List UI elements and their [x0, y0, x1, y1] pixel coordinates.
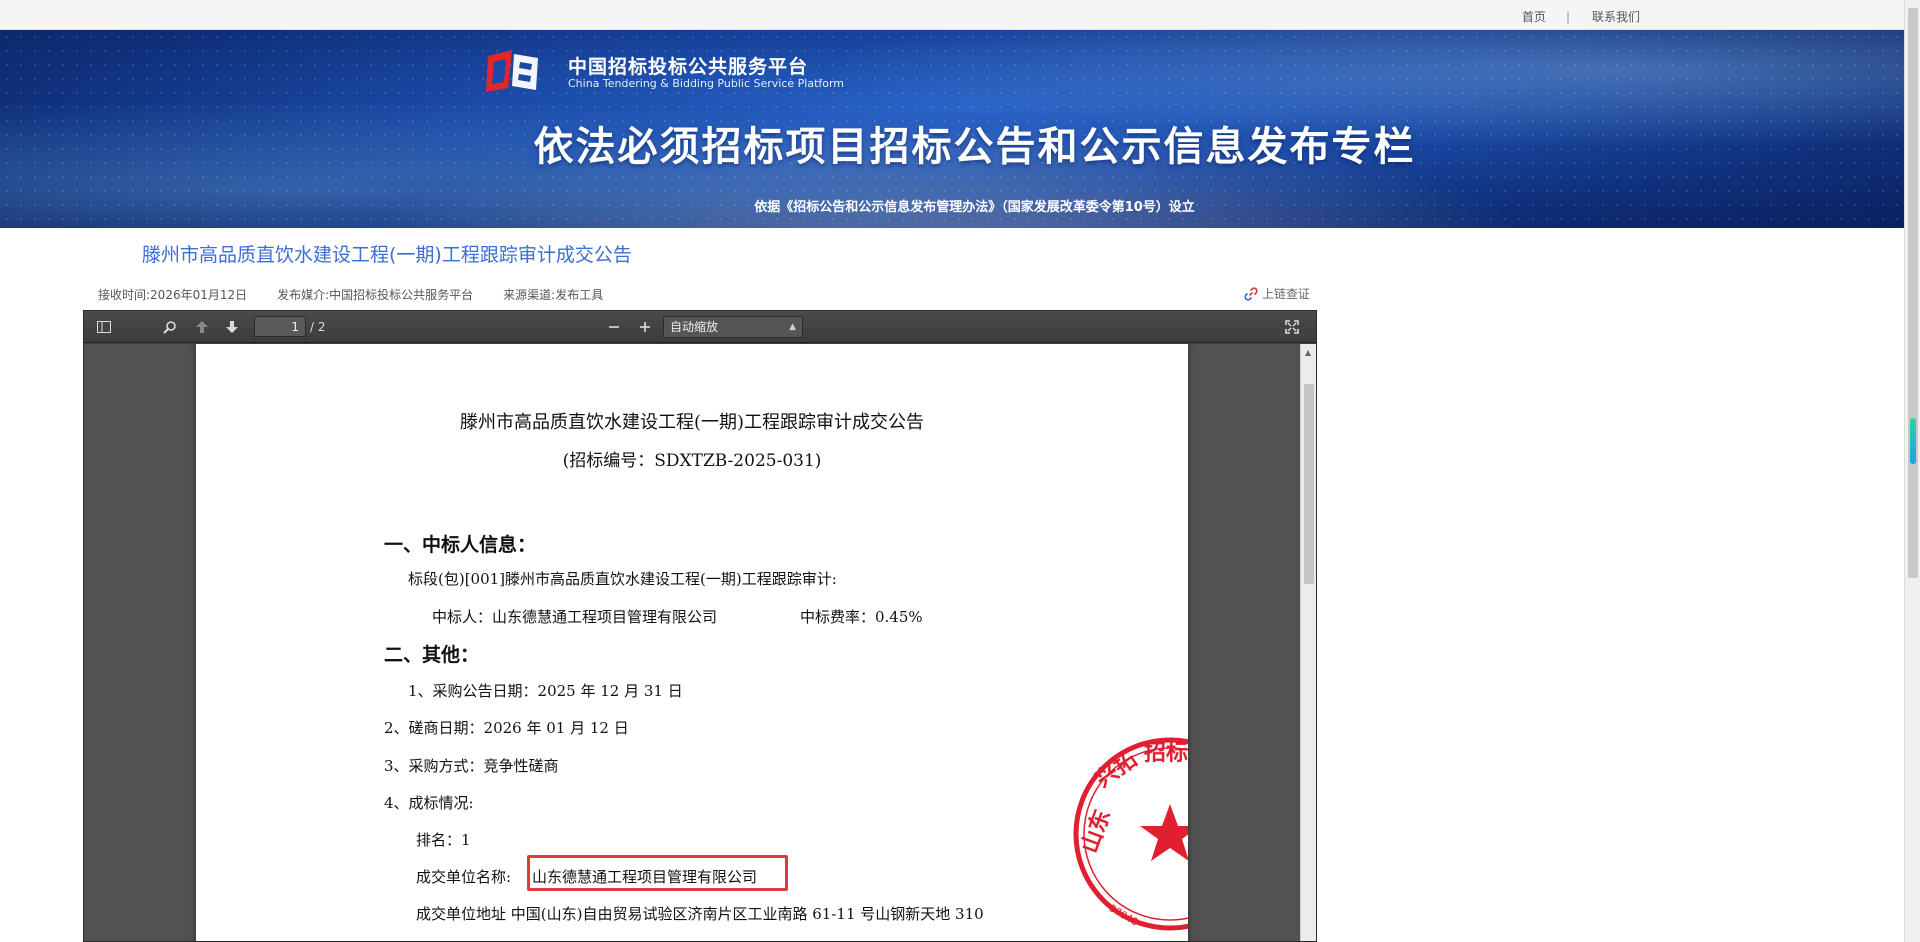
- source-channel: 来源渠道:发布工具: [503, 288, 604, 302]
- pdf-viewer: / 2 自动缩放 ▲ 滕州市高品质直饮水建设工程(一期)工程跟踪审计成交公告 (…: [83, 310, 1317, 942]
- pdf-page-area[interactable]: 滕州市高品质直饮水建设工程(一期)工程跟踪审计成交公告 (招标编号：SDXTZB…: [84, 344, 1302, 941]
- article-title: 滕州市高品质直饮水建设工程(一期)工程跟踪审计成交公告: [142, 244, 632, 266]
- select-arrows-icon: ▲: [789, 322, 796, 332]
- zoom-select[interactable]: 自动缩放 ▲: [663, 316, 803, 338]
- window-scrollbar[interactable]: [1904, 0, 1920, 942]
- page-number-input[interactable]: [254, 316, 306, 337]
- home-link[interactable]: 首页: [1522, 8, 1546, 25]
- pdf-bid-code: (招标编号：SDXTZB-2025-031): [562, 451, 822, 471]
- pdf-scrollbar[interactable]: ▲: [1300, 344, 1316, 941]
- pdf-page: 滕州市高品质直饮水建设工程(一期)工程跟踪审计成交公告 (招标编号：SDXTZB…: [196, 344, 1188, 941]
- pdf-rate: 中标费率：0.45%: [800, 608, 923, 626]
- logo-title-en: China Tendering & Bidding Public Service…: [568, 77, 845, 90]
- chain-verify-label: 上链查证: [1262, 287, 1311, 301]
- scroll-up-arrow-icon[interactable]: ▲: [1305, 348, 1311, 357]
- previous-page-button[interactable]: [190, 316, 214, 338]
- arrow-down-icon: [226, 321, 238, 333]
- minus-icon: [609, 326, 619, 328]
- pdf-item-4: 4、成标情况:: [384, 794, 474, 812]
- scroll-indicator: [1910, 418, 1916, 464]
- pdf-lot: 标段(包)[001]滕州市高品质直饮水建设工程(一期)工程跟踪审计:: [408, 570, 837, 588]
- chain-verify-link[interactable]: 上链查证: [1244, 285, 1310, 302]
- sidebar-toggle-icon: [97, 321, 111, 333]
- pdf-item-2: 2、磋商日期：2026 年 01 月 12 日: [384, 719, 629, 737]
- top-utility-bar: 首页 | 联系我们: [0, 0, 1904, 30]
- sidebar-toggle-button[interactable]: [92, 316, 116, 338]
- pdf-title: 滕州市高品质直饮水建设工程(一期)工程跟踪审计成交公告: [459, 412, 925, 433]
- highlight-box: [527, 855, 788, 891]
- plus-icon: [640, 322, 650, 332]
- find-button[interactable]: [158, 316, 182, 338]
- zoom-out-button[interactable]: [602, 316, 626, 338]
- zoom-select-value: 自动缩放: [670, 320, 719, 334]
- publish-media: 发布媒介:中国招标投标公共服务平台: [277, 288, 474, 302]
- contact-link[interactable]: 联系我们: [1592, 8, 1640, 25]
- svg-text:招标代: 招标代: [1144, 740, 1188, 766]
- banner-title: 依法必须招标项目招标公告和公示信息发布专栏: [533, 124, 1416, 170]
- page-count: / 2: [310, 320, 326, 334]
- zoom-in-button[interactable]: [633, 316, 657, 338]
- svg-text:山东: 山东: [1076, 806, 1115, 856]
- pdf-unit-name-label: 成交单位名称:: [416, 868, 512, 886]
- article-meta: 接收时间:2026年01月12日 发布媒介:中国招标投标公共服务平台 来源渠道:…: [98, 286, 633, 303]
- pdf-item-1: 1、采购公告日期：2025 年 12 月 31 日: [408, 682, 683, 700]
- logo-title-cn: 中国招标投标公共服务平台: [568, 56, 809, 78]
- top-links-separator: |: [1565, 9, 1570, 24]
- platform-logo-icon[interactable]: [484, 48, 548, 94]
- pdf-scroll-thumb[interactable]: [1304, 384, 1314, 584]
- company-seal-icon: 山东 兴拓 招标代 37048: [1073, 737, 1188, 931]
- pdf-toolbar: / 2 自动缩放 ▲: [84, 311, 1316, 343]
- pdf-rank: 排名：1: [416, 831, 471, 849]
- link-chain-icon: [1244, 286, 1258, 301]
- arrow-up-icon: [196, 321, 208, 333]
- received-time: 接收时间:2026年01月12日: [98, 288, 248, 302]
- top-links: 首页 | 联系我们: [1522, 8, 1640, 25]
- fullscreen-icon: [1285, 320, 1299, 334]
- next-page-button[interactable]: [220, 316, 244, 338]
- presentation-mode-button[interactable]: [1280, 316, 1304, 338]
- pdf-section-other: 二、其他：: [384, 644, 480, 666]
- window-scroll-thumb[interactable]: [1908, 8, 1918, 578]
- site-banner: 中国招标投标公共服务平台 China Tendering & Bidding P…: [0, 30, 1904, 228]
- pdf-section-winner: 一、中标人信息：: [384, 534, 537, 556]
- search-icon: [163, 321, 176, 334]
- pdf-unit-address: 成交单位地址 中国(山东)自由贸易试验区济南片区工业南路 61-11 号山钢新天…: [416, 905, 984, 923]
- banner-subtitle: 依据《招标公告和公示信息发布管理办法》（国家发展改革委令第10号）设立: [754, 200, 1195, 215]
- pdf-winner: 中标人：山东德慧通工程项目管理有限公司: [432, 608, 718, 626]
- pdf-item-3: 3、采购方式：竞争性磋商: [384, 757, 559, 775]
